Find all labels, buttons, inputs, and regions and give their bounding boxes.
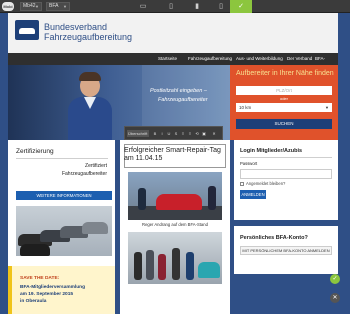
site-header: Bundesverband Fahrzeugaufbereitung [8,13,338,53]
remember-checkbox[interactable] [240,182,244,186]
search-button[interactable]: SUCHEN [236,119,332,129]
chevron-down-icon: ▼ [35,4,39,9]
certification-line-1: Zertifiziert [85,163,107,169]
image-icon[interactable]: ▣ [201,130,207,137]
radius-value: 10 km [239,105,252,110]
confirm-icon[interactable]: ✓ [330,274,340,284]
align-center-button[interactable]: ≡ [187,130,193,137]
password-field[interactable] [240,169,332,179]
finder-or: oder [279,96,288,101]
editor-toolbar: Mobi Mb42 ▼ BFA ▼ ▭ ▯ ▮ ▯ ✓ [0,0,350,13]
nav-item-startseite[interactable]: Startseite [158,53,177,65]
nav-item-aus-weiterbildung[interactable]: Aus- und Weiterbildung [236,53,283,65]
bfa-login-button[interactable]: MIT PERSÖNLICHEM BFA-KONTO ANMELDEN [240,246,332,255]
divider [16,158,108,159]
hero-person-image [68,71,112,140]
desktop-icon[interactable]: ▭ [132,0,154,13]
language-select-value: BFA [49,3,59,9]
undo-icon[interactable]: ⟲ [194,130,200,137]
site-select[interactable]: Mb42 ▼ [20,2,42,11]
login-title: Login Mitglieder/Azubis [240,148,303,154]
text-editor-toolbar: Überschrift B I U S ≡ ≡ ⟲ ▣ ✕ [124,126,223,140]
save-date-line-1[interactable]: BFA-Mitgliederversammlung [20,285,85,290]
certification-title: Zertifizierung [16,148,54,155]
nav-item-verband[interactable]: Der Verband [287,53,312,65]
finder-title: Aufbereiter in Ihrer Nähe finden [236,70,334,77]
tablet-icon[interactable]: ▯ [160,0,182,13]
bfa-account-box: Persönliches BFA-Konto? MIT PERSÖNLICHEM… [234,226,338,274]
chevron-down-icon: ▼ [63,4,67,9]
save-date-stripe [8,266,12,314]
nav-item-kontakt[interactable]: BFA-Kontakt [315,53,338,73]
radius-select[interactable]: 10 km ▼ [236,103,332,112]
close-icon[interactable]: ✕ [330,293,340,303]
close-icon[interactable]: ✕ [211,130,217,137]
italic-button[interactable]: I [159,130,165,137]
save-date-line-3[interactable]: in Oberaula [20,299,46,304]
nav-item-fahrzeugaufbereitung[interactable]: Fahrzeugaufbereitung [188,53,232,65]
hero-text-1: Postleitzahl eingeben – [150,88,207,94]
article-photo-car [128,172,222,220]
save-date-title: SAVE THE DATE: [20,276,60,281]
certification-line-2: Fahrzeugaufbereiter [61,171,107,177]
divider [240,157,332,158]
article-photo-crowd [128,232,222,284]
login-button[interactable]: ANMELDEN [240,190,266,199]
heading-select[interactable]: Überschrift [127,130,149,137]
save-date-line-2[interactable]: am 19. September 2015 [20,292,73,297]
language-select[interactable]: BFA ▼ [46,2,70,11]
article-title[interactable]: Erfolgreicher Smart-Repair-Tag am 11.04.… [124,147,224,163]
login-box: Login Mitglieder/Azubis Passwort Angemel… [234,140,338,220]
underline-button[interactable]: U [166,130,172,137]
mobile-icon[interactable]: ▮ [186,0,208,13]
brand-line-2: Fahrzeugaufbereitung [44,32,133,42]
password-label: Passwort [240,161,258,166]
hero-text-2: Fahrzeugaufbereiter [158,97,208,103]
cars-image [16,206,112,256]
save-the-date-box: SAVE THE DATE: BFA-Mitgliederversammlung… [8,266,115,314]
photo-caption: Reger Andrang auf dem BFA-Stand [142,222,208,227]
logo-icon[interactable] [15,20,39,40]
more-info-button[interactable]: WEITERE INFORMATIONEN [16,191,112,200]
article-box: Erfolgreicher Smart-Repair-Tag am 11.04.… [120,140,230,314]
certification-box: Zertifizierung Zertifiziert Fahrzeugaufb… [8,140,115,272]
brand-line-1: Bundesverband [44,22,108,32]
phone-icon[interactable]: ▯ [210,0,232,13]
bfa-account-title: Persönliches BFA-Konto? [240,235,308,241]
main-nav: Startseite Fahrzeugaufbereitung Aus- und… [8,53,338,73]
bold-button[interactable]: B [152,130,158,137]
strike-button[interactable]: S [173,130,179,137]
align-left-button[interactable]: ≡ [180,130,186,137]
finder-panel: Aufbereiter in Ihrer Nähe finden PLZ/Ort… [230,65,338,140]
zip-input[interactable]: PLZ/Ort [236,86,332,95]
chevron-down-icon: ▼ [325,105,329,110]
remember-label: Angemeldet bleiben? [246,181,286,186]
check-icon[interactable]: ✓ [230,0,252,13]
site-select-value: Mb42 [23,3,36,9]
app-logo: Mobi [2,2,14,11]
